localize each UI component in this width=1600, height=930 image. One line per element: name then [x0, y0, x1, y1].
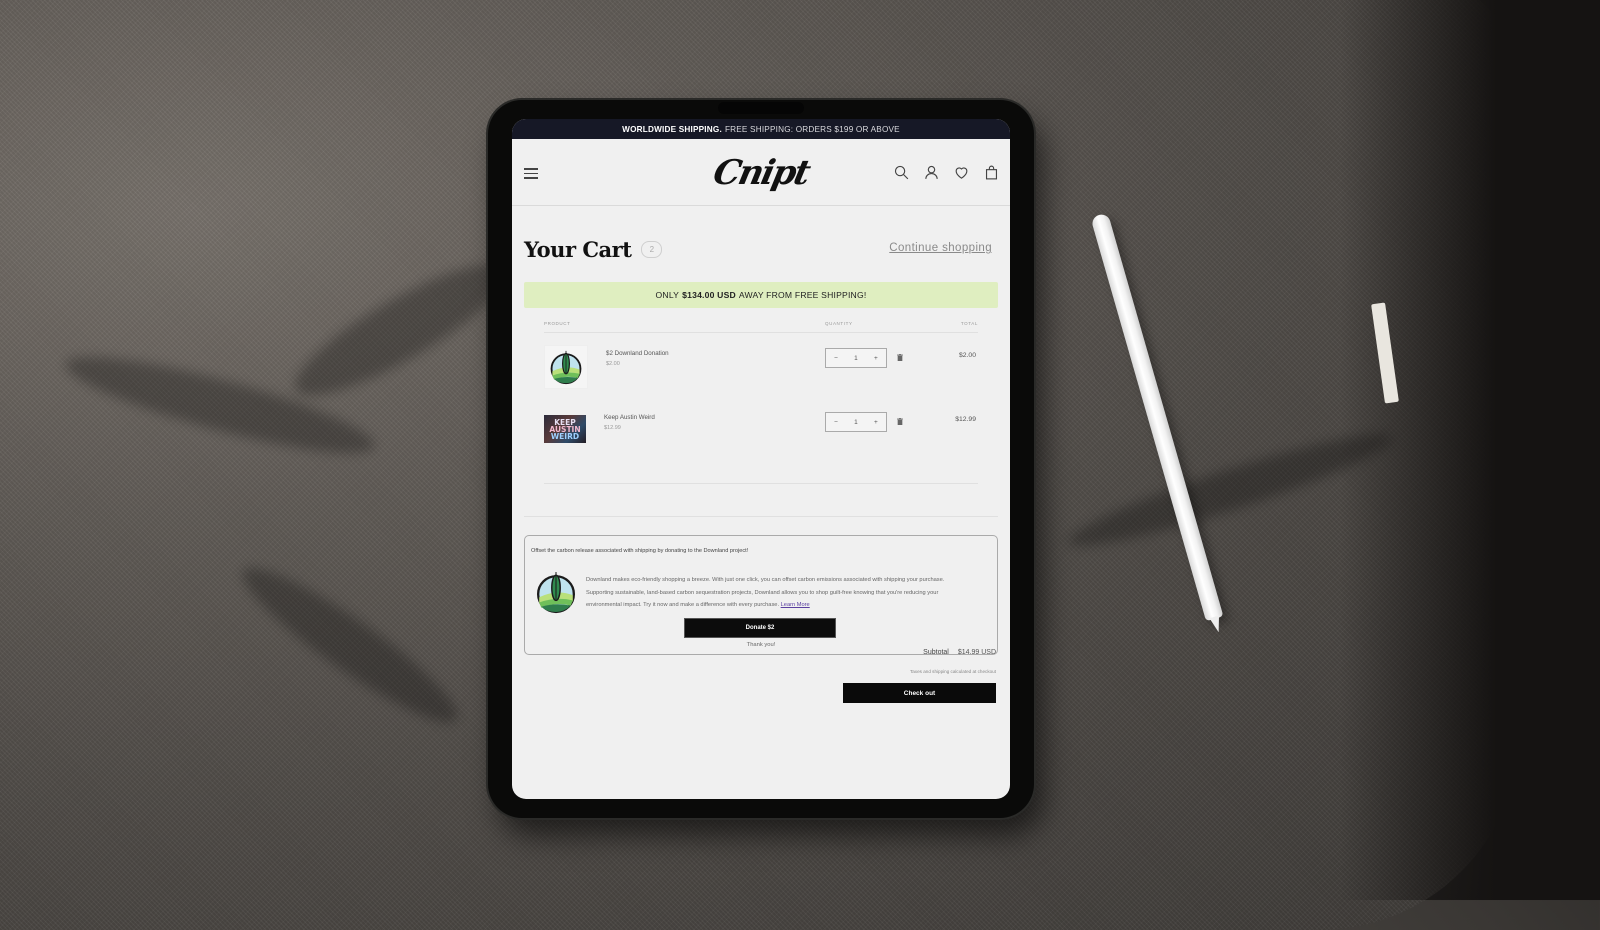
- tablet-device: WORLDWIDE SHIPPING. FREE SHIPPING: ORDER…: [488, 100, 1034, 818]
- donation-widget: Offset the carbon release associated wit…: [524, 535, 998, 655]
- continue-shopping-link[interactable]: Continue shopping: [889, 242, 992, 254]
- shipping-prefix: ONLY: [655, 290, 680, 300]
- shipping-suffix: AWAY FROM FREE SHIPPING!: [738, 290, 867, 300]
- cart-bag-icon[interactable]: [983, 164, 1000, 181]
- announcement-bar: WORLDWIDE SHIPPING. FREE SHIPPING: ORDER…: [512, 119, 1010, 139]
- downland-logo-icon: [536, 572, 576, 614]
- qty-plus-button[interactable]: +: [874, 419, 878, 426]
- column-quantity: QUANTITY: [825, 321, 853, 326]
- qty-plus-button[interactable]: +: [874, 355, 878, 362]
- donate-button[interactable]: Donate $2: [684, 618, 836, 638]
- search-icon[interactable]: [893, 164, 910, 181]
- item-name[interactable]: $2 Downland Donation: [606, 350, 669, 357]
- item-total: $12.99: [955, 416, 976, 423]
- item-name[interactable]: Keep Austin Weird: [604, 414, 655, 421]
- thumb-text: WEIRD: [550, 431, 580, 441]
- column-product: PRODUCT: [544, 321, 571, 326]
- menu-hamburger-icon[interactable]: [524, 168, 538, 179]
- cart-item-row: $2 Downland Donation $2.00 − 1 + $2.00: [544, 345, 978, 409]
- quantity-stepper: − 1 +: [825, 412, 887, 432]
- qty-minus-button[interactable]: −: [834, 355, 838, 362]
- product-thumbnail[interactable]: KEEP AUSTIN WEIRD: [544, 415, 586, 443]
- item-info: $2 Downland Donation $2.00: [606, 350, 669, 367]
- subtotal-value: $14.99 USD: [957, 649, 996, 656]
- quantity-stepper: − 1 +: [825, 348, 887, 368]
- donation-description: Downland makes eco-friendly shopping a b…: [586, 574, 971, 612]
- cart-item-row: KEEP AUSTIN WEIRD Keep Austin Weird $12.…: [544, 409, 978, 473]
- qty-input[interactable]: 1: [854, 419, 858, 426]
- tablet-screen: WORLDWIDE SHIPPING. FREE SHIPPING: ORDER…: [512, 119, 1010, 799]
- section-divider: [524, 516, 998, 517]
- trash-icon[interactable]: [897, 354, 903, 361]
- cart-table-header: PRODUCT QUANTITY TOTAL: [544, 321, 978, 333]
- announcement-bold: WORLDWIDE SHIPPING.: [622, 124, 722, 134]
- item-price: $12.99: [604, 425, 621, 431]
- subtotal-label: Subtotal: [923, 649, 949, 656]
- free-shipping-progress-banner: ONLY $134.00 USD AWAY FROM FREE SHIPPING…: [524, 282, 998, 308]
- announcement-text: FREE SHIPPING: ORDERS $199 OR ABOVE: [724, 124, 900, 134]
- account-icon[interactable]: [923, 164, 940, 181]
- donation-body: Downland makes eco-friendly shopping a b…: [586, 577, 945, 608]
- page-title: Your Cart: [524, 236, 632, 262]
- qty-minus-button[interactable]: −: [834, 419, 838, 426]
- header-icons: [893, 164, 1000, 181]
- cart-items: $2 Downland Donation $2.00 − 1 + $2.00 K…: [544, 345, 978, 484]
- trash-icon[interactable]: [897, 418, 903, 425]
- downland-logo-icon: [550, 350, 582, 385]
- dark-background: [1340, 0, 1600, 900]
- qty-input[interactable]: 1: [854, 355, 858, 362]
- donation-heading: Offset the carbon release associated wit…: [531, 548, 749, 554]
- cart-title-row: Your Cart 2 Continue shopping: [524, 236, 998, 262]
- product-thumbnail[interactable]: [544, 345, 588, 389]
- wishlist-heart-icon[interactable]: [953, 164, 970, 181]
- item-price: $2.00: [606, 361, 620, 367]
- column-total: TOTAL: [960, 321, 978, 326]
- tablet-camera: [718, 102, 804, 114]
- tax-note: Taxes and shipping calculated at checkou…: [909, 669, 996, 674]
- item-info: Keep Austin Weird $12.99: [604, 414, 655, 431]
- cart-count-badge: 2: [641, 240, 663, 258]
- item-total: $2.00: [958, 352, 976, 359]
- learn-more-link[interactable]: Learn More: [781, 602, 810, 608]
- shipping-amount: $134.00 USD: [682, 290, 736, 300]
- donation-thanks: Thank you!: [746, 642, 776, 648]
- store-logo[interactable]: Cnipt: [710, 153, 813, 193]
- checkout-button[interactable]: Check out: [843, 683, 996, 703]
- site-header: Cnipt: [512, 139, 1010, 206]
- subtotal-row: Subtotal $14.99 USD: [923, 649, 996, 656]
- cart-main: Your Cart 2 Continue shopping ONLY $134.…: [512, 236, 1010, 655]
